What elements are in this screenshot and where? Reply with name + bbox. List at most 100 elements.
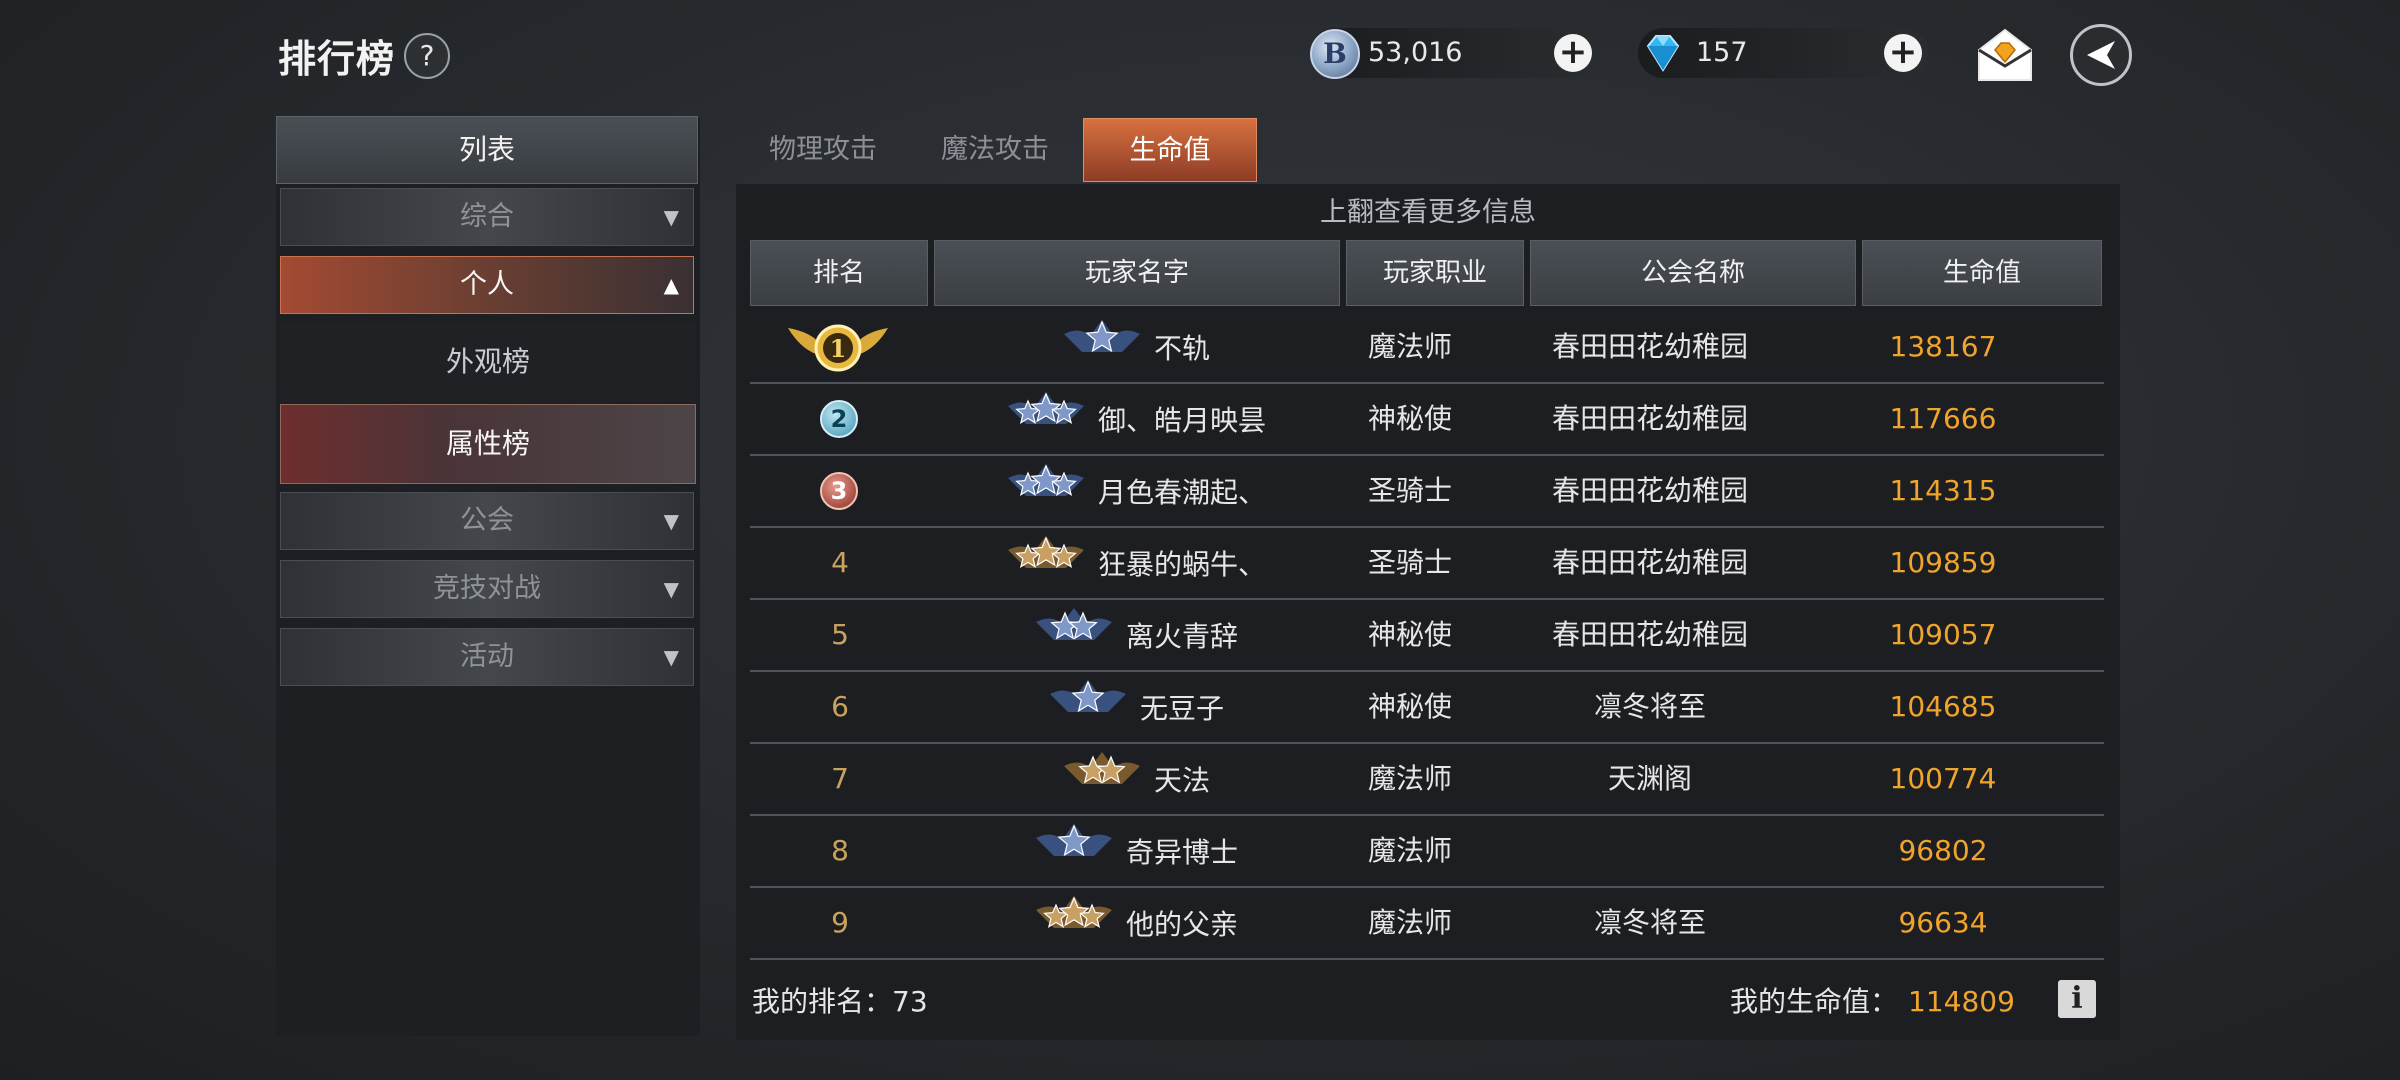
tab-hp[interactable]: 生命值	[1083, 118, 1257, 182]
table-row[interactable]: 5 离火青辞 神秘使 春田田花幼稚园 109057	[750, 600, 2104, 672]
category-label: 竞技对战	[433, 573, 541, 604]
rank-badge-icon	[1060, 312, 1144, 386]
rank-cell: 9	[750, 888, 930, 958]
hp-value: 109057	[1889, 618, 1997, 651]
guild-name: 春田田花幼稚园	[1551, 402, 1748, 435]
player-name-cell[interactable]: 奇异博士	[930, 816, 1340, 886]
add-diamond-button[interactable]: +	[1884, 34, 1922, 72]
guild-name	[1485, 816, 1815, 886]
player-name-cell[interactable]: 天法	[930, 744, 1340, 814]
player-name: 狂暴的蜗牛、	[1097, 548, 1266, 581]
player-job: 魔法师	[1367, 762, 1452, 795]
gold-medal-icon: 1	[788, 324, 888, 372]
rank-number: 5	[831, 618, 849, 651]
player-job: 魔法师	[1367, 330, 1452, 363]
player-name-cell[interactable]: 不轨	[930, 312, 1340, 382]
rank-cell: 4	[750, 528, 930, 598]
guild-name: 春田田花幼稚园	[1551, 474, 1748, 507]
player-name: 奇异博士	[1125, 836, 1238, 869]
help-button[interactable]: ?	[404, 33, 450, 79]
hp-value: 104685	[1889, 690, 1997, 723]
chevron-down-icon: ▼	[663, 509, 679, 533]
rank-number: 9	[831, 906, 849, 939]
diamond-balance: 157 +	[1638, 28, 1928, 78]
table-row[interactable]: 4 狂暴的蜗牛、 圣骑士 春田田花幼稚园 109859	[750, 528, 2104, 600]
hp-value: 96634	[1898, 906, 1988, 939]
rank-badge-icon	[1032, 600, 1116, 674]
mail-diamond-icon[interactable]	[1975, 26, 2035, 84]
my-hp-value: 114809	[1908, 985, 2015, 1018]
sidebar-category-general[interactable]: 综合 ▼	[280, 188, 694, 246]
back-arrow-icon	[2087, 41, 2115, 69]
sidebar-category-arena[interactable]: 竞技对战 ▼	[280, 560, 694, 618]
rank-number: 1	[830, 334, 847, 363]
guild-name: 天渊阁	[1607, 762, 1692, 795]
table-row[interactable]: 8 奇异博士 魔法师 96802	[750, 816, 2104, 888]
my-rank-value: 73	[892, 985, 928, 1018]
player-name: 不轨	[1153, 332, 1210, 365]
rank-cell: 5	[750, 600, 930, 670]
tab-physical-attack[interactable]: 物理攻击	[740, 118, 906, 182]
diamond-value: 157	[1696, 37, 1748, 68]
category-label: 公会	[460, 505, 514, 536]
rank-cell: 8	[750, 816, 930, 886]
page-title: 排行榜	[278, 37, 396, 81]
table-row[interactable]: 9 他的父亲 魔法师 凛冬将至 96634	[750, 888, 2104, 960]
player-name-cell[interactable]: 月色春潮起、	[930, 456, 1340, 526]
guild-name: 春田田花幼稚园	[1551, 546, 1748, 579]
bronze-medal-icon: 3	[820, 472, 858, 510]
table-row[interactable]: 1 不轨 魔法师 春田田花幼稚园 138167	[750, 312, 2104, 384]
my-hp-label: 我的生命值：	[1730, 985, 1899, 1018]
guild-name: 凛冬将至	[1593, 906, 1706, 939]
player-job: 圣骑士	[1367, 546, 1452, 579]
rank-badge-icon	[1032, 816, 1116, 890]
table-row[interactable]: 6 无豆子 神秘使 凛冬将至 104685	[750, 672, 2104, 744]
rank-cell: 3	[750, 456, 930, 526]
sidebar-item-attributes[interactable]: 属性榜	[280, 404, 696, 484]
sidebar-category-personal[interactable]: 个人 ▲	[280, 256, 694, 314]
player-job: 圣骑士	[1367, 474, 1452, 507]
rank-cell: 6	[750, 672, 930, 742]
rank-badge-icon	[1060, 744, 1144, 818]
hp-value: 138167	[1889, 330, 1997, 363]
guild-name: 凛冬将至	[1593, 690, 1706, 723]
player-job: 魔法师	[1367, 906, 1452, 939]
b-coin-value: 53,016	[1368, 37, 1463, 68]
rank-number: 3	[830, 477, 848, 505]
player-name-cell[interactable]: 御、皓月映昙	[930, 384, 1340, 454]
category-label: 活动	[460, 641, 514, 672]
rank-badge-icon	[1046, 672, 1130, 746]
rank-number: 8	[831, 834, 849, 867]
sidebar-category-events[interactable]: 活动 ▼	[280, 628, 694, 686]
sidebar-item-appearance[interactable]: 外观榜	[280, 322, 696, 402]
player-name-cell[interactable]: 他的父亲	[930, 888, 1340, 958]
hp-value: 109859	[1889, 546, 1997, 579]
rank-number: 6	[831, 690, 849, 723]
info-button[interactable]: i	[2058, 980, 2096, 1018]
sidebar-category-guild[interactable]: 公会 ▼	[280, 492, 694, 550]
rank-badge-icon	[1004, 528, 1088, 602]
my-rank-label: 我的排名：	[752, 985, 893, 1018]
category-label: 综合	[460, 201, 514, 232]
player-name: 天法	[1153, 764, 1210, 797]
rank-cell: 7	[750, 744, 930, 814]
hp-value: 96802	[1898, 834, 1988, 867]
sidebar-header: 列表	[276, 116, 698, 184]
back-button[interactable]	[2070, 24, 2132, 86]
add-b-coin-button[interactable]: +	[1554, 34, 1592, 72]
table-row[interactable]: 7 天法 魔法师 天渊阁 100774	[750, 744, 2104, 816]
hp-value: 100774	[1889, 762, 1997, 795]
player-name-cell[interactable]: 狂暴的蜗牛、	[930, 528, 1340, 598]
player-name-cell[interactable]: 无豆子	[930, 672, 1340, 742]
player-name: 他的父亲	[1125, 908, 1238, 941]
rank-number: 7	[831, 762, 849, 795]
tab-magic-attack[interactable]: 魔法攻击	[912, 118, 1078, 182]
table-row[interactable]: 2 御、皓月映昙 神秘使 春田田花幼稚园 117666	[750, 384, 2104, 456]
rank-badge-icon	[1032, 888, 1116, 962]
table-row[interactable]: 3 月色春潮起、 圣骑士 春田田花幼稚园 114315	[750, 456, 2104, 528]
rank-badge-icon	[1004, 456, 1088, 530]
column-header-player-name: 玩家名字	[934, 240, 1340, 306]
player-name-cell[interactable]: 离火青辞	[930, 600, 1340, 670]
b-coin-balance: B 53,016 +	[1310, 28, 1598, 79]
guild-name: 春田田花幼稚园	[1551, 330, 1748, 363]
